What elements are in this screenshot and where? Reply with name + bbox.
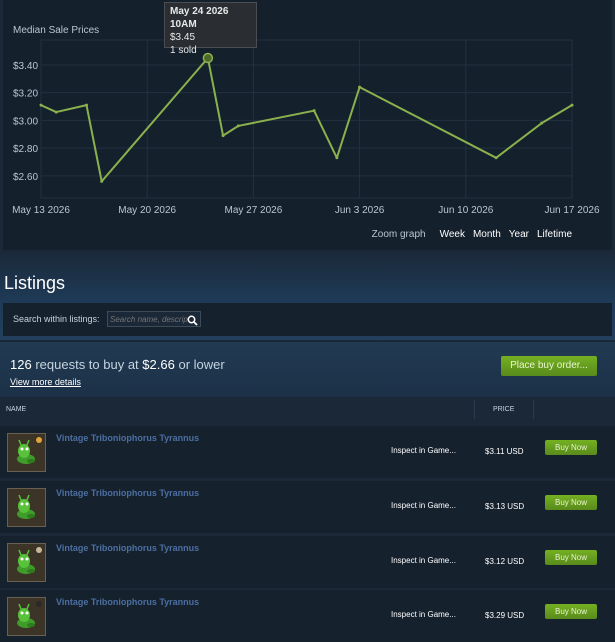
zoom-month-link[interactable]: Month [473, 229, 501, 240]
buy-now-button[interactable]: Buy Now [545, 440, 597, 455]
x-tick-label: May 20 2026 [118, 205, 176, 216]
zoom-lifetime-link[interactable]: Lifetime [537, 229, 572, 240]
item-price: $3.13 USD [485, 502, 525, 511]
item-name-link[interactable]: Vintage Triboniophorus Tyrannus [56, 597, 199, 607]
slug-icon [17, 547, 42, 574]
inspect-in-game-link[interactable]: Inspect in Game... [391, 501, 456, 510]
price-point [100, 179, 104, 183]
price-point [540, 121, 544, 125]
item-price: $3.11 USD [485, 447, 524, 456]
item-thumbnail[interactable] [7, 433, 46, 472]
buy-order-summary: 126 requests to buy at $2.66 or lower [10, 357, 225, 372]
item-thumbnail[interactable] [7, 543, 46, 582]
buy-now-button[interactable]: Buy Now [545, 604, 597, 619]
price-history-panel: $3.40 $3.20 $3.00 $2.80 $2.60 May 13 2026 May … [3, 0, 612, 250]
column-divider [474, 400, 475, 419]
price-point [39, 103, 43, 107]
x-tick-label: May 13 2026 [12, 205, 70, 216]
inspect-in-game-link[interactable]: Inspect in Game... [391, 556, 456, 565]
search-label: Search within listings: [13, 314, 100, 324]
slug-icon [17, 601, 42, 628]
table-row: Vintage Triboniophorus Tyrannus Inspect … [0, 536, 615, 588]
price-point [312, 109, 316, 113]
tooltip-price: $3.45 [170, 32, 196, 43]
item-name-link[interactable]: Vintage Triboniophorus Tyrannus [56, 433, 199, 443]
table-row: Vintage Triboniophorus Tyrannus Inspect … [0, 426, 615, 478]
item-thumbnail[interactable] [7, 597, 46, 636]
buy-now-button[interactable]: Buy Now [545, 495, 597, 510]
column-divider [533, 400, 534, 419]
item-thumbnail[interactable] [7, 488, 46, 527]
item-price: $3.29 USD [485, 611, 525, 620]
price-point [236, 124, 240, 128]
zoom-label: Zoom graph [371, 229, 426, 240]
inspect-in-game-link[interactable]: Inspect in Game... [391, 446, 456, 455]
place-buy-order-button[interactable]: Place buy order... [501, 356, 597, 376]
price-point [570, 103, 574, 107]
zoom-week-link[interactable]: Week [440, 229, 465, 240]
chart-tooltip: May 24 2026 10AM $3.45 1 sold [164, 2, 257, 56]
item-name-link[interactable]: Vintage Triboniophorus Tyrannus [56, 543, 199, 553]
y-tick-label: $2.60 [13, 172, 38, 183]
buy-price: $2.66 [142, 357, 175, 372]
table-row: Vintage Triboniophorus Tyrannus Inspect … [0, 481, 615, 533]
y-tick-label: $3.00 [13, 116, 38, 127]
price-point [494, 156, 498, 160]
x-tick-label: Jun 10 2026 [438, 205, 493, 216]
listings-search-row: Search within listings: [3, 303, 612, 336]
zoom-year-link[interactable]: Year [509, 229, 529, 240]
slug-icon [17, 437, 42, 464]
inspect-in-game-link[interactable]: Inspect in Game... [391, 610, 456, 619]
price-point [335, 156, 339, 160]
view-more-details-link[interactable]: View more details [10, 377, 81, 387]
listings-title: Listings [4, 273, 66, 293]
x-tick-label: Jun 3 2026 [335, 205, 385, 216]
column-header-name: NAME [6, 406, 27, 413]
search-icon[interactable] [187, 313, 198, 331]
y-tick-label: $3.40 [13, 61, 38, 72]
buy-text-mid: requests to buy at [35, 357, 139, 372]
price-point [358, 85, 362, 89]
chart-title: Median Sale Prices [13, 25, 100, 36]
price-point [85, 103, 89, 107]
tooltip-date: May 24 2026 10AM [170, 6, 229, 30]
table-row: Vintage Triboniophorus Tyrannus Inspect … [0, 590, 615, 642]
buy-text-end: or lower [178, 357, 225, 372]
item-price: $3.12 USD [485, 557, 525, 566]
search-box [107, 311, 201, 327]
zoom-bar: Zoom graph Week Month Year Lifetime [372, 229, 572, 240]
slug-icon [17, 494, 35, 519]
x-tick-label: Jun 17 2026 [544, 205, 599, 216]
y-tick-label: $2.80 [13, 144, 38, 155]
buy-now-button[interactable]: Buy Now [545, 550, 597, 565]
tooltip-sold: 1 sold [170, 45, 197, 56]
item-name-link[interactable]: Vintage Triboniophorus Tyrannus [56, 488, 199, 498]
y-tick-label: $3.20 [13, 89, 38, 100]
price-point [221, 134, 225, 138]
plot-area [40, 39, 573, 199]
price-chart[interactable]: $3.40 $3.20 $3.00 $2.80 $2.60 May 13 2026 May … [3, 0, 612, 250]
buy-request-count: 126 [10, 357, 32, 372]
listings-table-header: NAME PRICE [0, 400, 615, 419]
column-header-price: PRICE [493, 406, 515, 413]
x-tick-label: May 27 2026 [224, 205, 282, 216]
price-point [54, 110, 58, 114]
search-input[interactable] [110, 313, 188, 325]
